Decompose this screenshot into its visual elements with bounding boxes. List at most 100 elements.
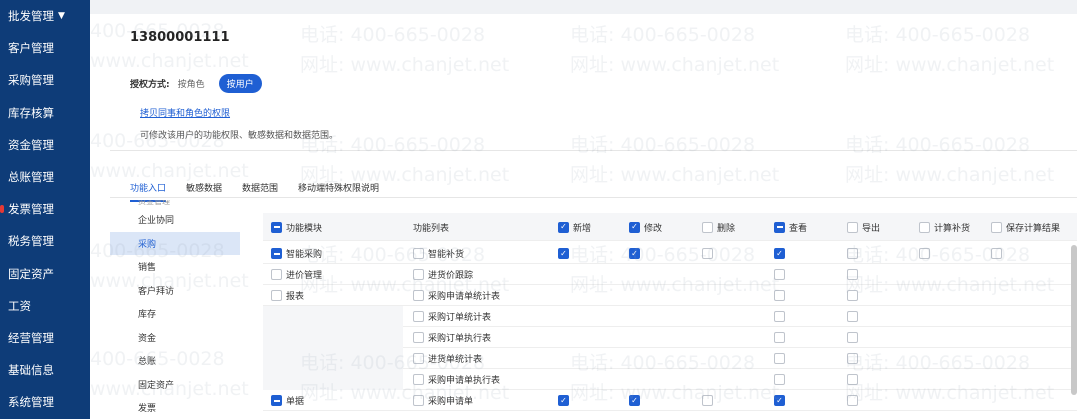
checkbox[interactable] — [271, 221, 282, 233]
checkbox[interactable] — [774, 353, 785, 364]
sidebar-item[interactable]: 采购管理 — [0, 64, 90, 96]
header-label: 功能模块 — [286, 223, 323, 234]
checkbox[interactable] — [847, 221, 858, 233]
checkbox[interactable] — [847, 353, 858, 364]
checkbox[interactable] — [919, 248, 930, 259]
nav-item[interactable]: 企业协同 — [110, 208, 240, 232]
checkbox-checked[interactable]: ✓ — [629, 221, 640, 233]
perm-cell-calc — [919, 243, 934, 264]
checkbox[interactable] — [991, 248, 1002, 259]
nav-item[interactable]: 采购 — [110, 231, 240, 255]
checkbox[interactable] — [413, 311, 424, 322]
tab-item[interactable]: 数据范围 — [242, 181, 278, 202]
sidebar-item[interactable]: 发票管理 — [0, 193, 90, 225]
tab-item[interactable]: 敏感数据 — [186, 181, 222, 202]
sidebar-item[interactable]: 经营管理 — [0, 322, 90, 354]
sidebar-item[interactable]: 资金管理 — [0, 129, 90, 161]
tab-item[interactable]: 移动端特殊权限说明 — [298, 181, 379, 202]
checkbox-checked[interactable]: ✓ — [558, 395, 569, 406]
function-label: 采购申请单执行表 — [428, 376, 501, 386]
checkbox[interactable] — [271, 269, 282, 280]
checkbox[interactable] — [702, 248, 713, 259]
checkbox-checked[interactable]: ✓ — [629, 248, 640, 259]
perm-cell-export — [847, 264, 862, 285]
auth-by-user-button[interactable]: 按用户 — [218, 74, 262, 93]
watermark-text: 电话: 400-665-0028 — [845, 24, 1031, 46]
checkbox[interactable] — [847, 248, 858, 259]
checkbox[interactable] — [413, 374, 424, 385]
checkbox[interactable] — [271, 290, 282, 301]
checkbox[interactable] — [991, 221, 1002, 233]
header-cell-delete: 删除 — [702, 213, 735, 241]
perm-cell-export — [847, 390, 862, 411]
sidebar-item-label: 客户管理 — [8, 41, 54, 56]
sidebar-item[interactable]: 基础信息 — [0, 354, 90, 386]
checkbox[interactable] — [271, 248, 282, 259]
checkbox-checked[interactable]: ✓ — [774, 395, 785, 406]
checkbox[interactable] — [774, 311, 785, 322]
checkbox-checked[interactable]: ✓ — [558, 248, 569, 259]
perm-cell-view — [774, 369, 789, 390]
sidebar-item[interactable]: 系统管理 — [0, 386, 90, 418]
watermark-text: 网址: www.chanjet.net — [845, 164, 1055, 186]
checkbox-checked[interactable]: ✓ — [629, 395, 640, 406]
sidebar-item-label: 库存核算 — [8, 105, 54, 120]
checkbox[interactable] — [413, 395, 424, 406]
checkbox[interactable] — [847, 395, 858, 406]
sidebar-item[interactable]: 税务管理 — [0, 225, 90, 257]
checkbox[interactable] — [413, 248, 424, 259]
checkbox[interactable] — [413, 290, 424, 301]
header-cell-export: 导出 — [847, 213, 880, 241]
sidebar-item[interactable]: 客户管理 — [0, 32, 90, 64]
header-cell-save: 保存计算结果 — [991, 213, 1060, 241]
header-label: 功能列表 — [413, 223, 450, 234]
nav-item[interactable]: 销售 — [110, 255, 240, 279]
function-cell: 智能补货 — [413, 243, 464, 264]
perm-cell-view: ✓ — [774, 243, 789, 264]
checkbox[interactable] — [847, 332, 858, 343]
auth-by-role-option[interactable]: 按角色 — [178, 77, 205, 90]
checkbox[interactable] — [774, 332, 785, 343]
nav-item[interactable]: 固定资产 — [110, 373, 240, 397]
sidebar-item[interactable]: 批发管理 ▼ — [0, 0, 90, 32]
header-cell-edit: ✓ 修改 — [629, 213, 662, 241]
checkbox[interactable] — [847, 290, 858, 301]
copy-permissions-link[interactable]: 拷贝同事和角色的权限 — [140, 106, 230, 119]
checkbox[interactable] — [702, 221, 713, 233]
nav-item-cut: 资金管理 — [138, 200, 170, 206]
checkbox[interactable] — [702, 395, 713, 406]
checkbox[interactable] — [774, 374, 785, 385]
sidebar-item[interactable]: 固定资产 — [0, 258, 90, 290]
nav-item[interactable]: 发票 — [110, 396, 240, 420]
checkbox[interactable] — [847, 311, 858, 322]
auth-mode-row: 授权方式: 按角色 按用户 — [130, 74, 262, 93]
checkbox[interactable] — [413, 269, 424, 280]
nav-item[interactable]: 客户拜访 — [110, 279, 240, 303]
function-label: 采购申请单 — [428, 397, 474, 407]
sidebar-item[interactable]: 总账管理 — [0, 161, 90, 193]
sidebar-item-label: 税务管理 — [8, 234, 54, 249]
watermark-text: 电话: 400-665-0028 — [570, 24, 756, 46]
checkbox[interactable] — [847, 269, 858, 280]
tab-item[interactable]: 功能入口 — [130, 181, 167, 202]
nav-item[interactable]: 总账 — [110, 349, 240, 373]
checkbox-checked[interactable]: ✓ — [558, 221, 569, 233]
chevron-down-icon: ▼ — [58, 11, 65, 22]
checkbox[interactable] — [271, 395, 282, 406]
checkbox-checked[interactable]: ✓ — [774, 248, 785, 259]
sidebar-item[interactable]: 工资 — [0, 290, 90, 322]
nav-item[interactable]: 资金 — [110, 326, 240, 350]
sidebar-item[interactable]: 库存核算 — [0, 97, 90, 129]
checkbox[interactable] — [919, 221, 930, 233]
main-panel: 13800001111 授权方式: 按角色 按用户 拷贝同事和角色的权限 可修改… — [90, 0, 1077, 419]
nav-item[interactable]: 库存 — [110, 302, 240, 326]
checkbox[interactable] — [774, 221, 785, 233]
checkbox[interactable] — [847, 374, 858, 385]
sidebar-item-label: 系统管理 — [8, 395, 54, 410]
scrollbar[interactable] — [1071, 245, 1077, 395]
module-cell-empty — [263, 306, 403, 327]
checkbox[interactable] — [413, 353, 424, 364]
checkbox[interactable] — [774, 290, 785, 301]
checkbox[interactable] — [413, 332, 424, 343]
checkbox[interactable] — [774, 269, 785, 280]
